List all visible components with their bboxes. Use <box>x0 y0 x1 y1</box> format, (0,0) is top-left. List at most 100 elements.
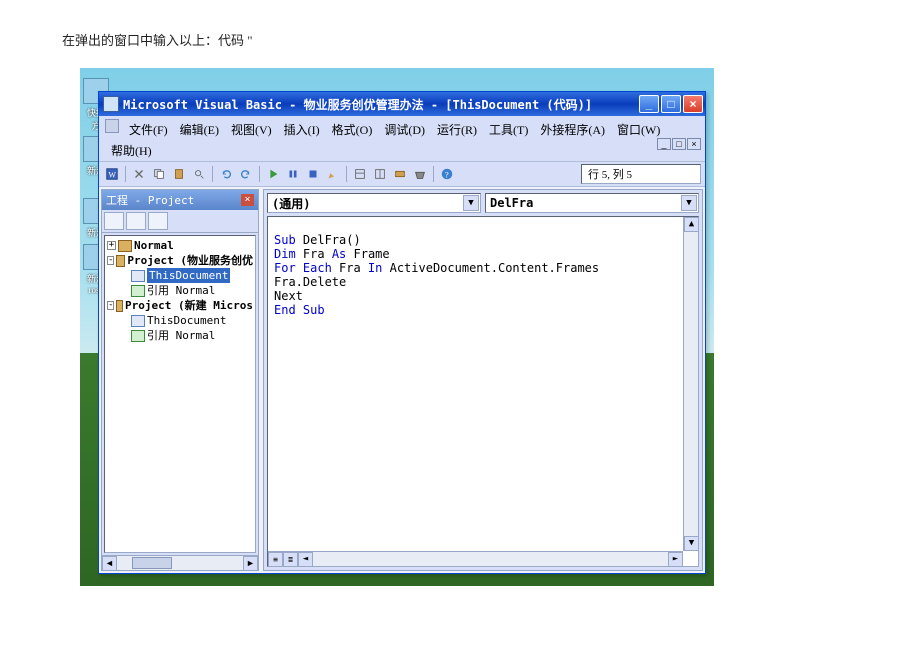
tree-label: ThisDocument <box>147 313 226 328</box>
help-button[interactable]: ? <box>438 165 456 183</box>
design-mode-button[interactable] <box>324 165 342 183</box>
project-icon <box>116 255 125 267</box>
close-button[interactable]: × <box>683 95 703 113</box>
menu-window[interactable]: 窗口(W) <box>611 119 666 140</box>
view-object-button[interactable] <box>126 212 146 230</box>
reference-icon <box>131 285 145 297</box>
maximize-button[interactable]: □ <box>661 95 681 113</box>
expand-icon[interactable]: + <box>107 241 116 250</box>
scroll-up-icon[interactable]: ▲ <box>684 217 699 232</box>
tree-label: Normal <box>134 238 174 253</box>
menu-view[interactable]: 视图(V) <box>225 119 278 140</box>
mdi-minimize-button[interactable]: _ <box>657 138 671 150</box>
project-icon <box>116 300 123 312</box>
toggle-folders-button[interactable] <box>148 212 168 230</box>
collapse-icon[interactable]: - <box>107 256 114 265</box>
tree-label: Project (物业服务创优 <box>127 253 253 268</box>
object-browser-button[interactable] <box>391 165 409 183</box>
toolbox-button[interactable] <box>411 165 429 183</box>
redo-button[interactable] <box>237 165 255 183</box>
vb-editor-window: Microsoft Visual Basic - 物业服务创优管理办法 - [T… <box>98 91 706 574</box>
tree-node-thisdocument[interactable]: ThisDocument <box>131 313 253 328</box>
separator <box>433 166 434 182</box>
menu-help[interactable]: 帮助(H) <box>105 140 158 161</box>
full-module-view-button[interactable]: ≣ <box>283 552 298 567</box>
cut-button[interactable] <box>130 165 148 183</box>
project-explorer-button[interactable] <box>351 165 369 183</box>
menu-format[interactable]: 格式(O) <box>326 119 379 140</box>
svg-text:W: W <box>109 171 117 180</box>
tree-node-reference[interactable]: 引用 Normal <box>131 283 253 298</box>
view-code-button[interactable] <box>104 212 124 230</box>
editor-body: 工程 - Project × + Normal - <box>99 187 705 573</box>
tree-label-selected: ThisDocument <box>147 268 230 283</box>
procedure-dropdown-value: DelFra <box>490 196 533 210</box>
separator <box>212 166 213 182</box>
reference-icon <box>131 330 145 342</box>
scroll-down-icon[interactable]: ▼ <box>684 536 699 551</box>
tree-node-reference[interactable]: 引用 Normal <box>131 328 253 343</box>
menu-debug[interactable]: 调试(D) <box>378 119 431 140</box>
document-icon <box>131 270 145 282</box>
mdi-close-button[interactable]: × <box>687 138 701 150</box>
pane-hscrollbar[interactable]: ◄ ► <box>102 555 258 570</box>
menu-run[interactable]: 运行(R) <box>431 119 483 140</box>
paste-button[interactable] <box>170 165 188 183</box>
code-nav-dropdowns: (通用) ▼ DelFra ▼ <box>264 190 702 216</box>
menu-insert[interactable]: 插入(I) <box>278 119 326 140</box>
reset-button[interactable] <box>304 165 322 183</box>
titlebar[interactable]: Microsoft Visual Basic - 物业服务创优管理办法 - [T… <box>99 92 705 116</box>
mdi-restore-button[interactable]: □ <box>672 138 686 150</box>
cursor-position-readout: 行 5, 列 5 <box>581 164 701 184</box>
project-explorer-pane: 工程 - Project × + Normal - <box>101 189 259 571</box>
separator <box>125 166 126 182</box>
toolbar: W ? 行 5, 列 5 <box>99 161 705 187</box>
menu-edit[interactable]: 编辑(E) <box>174 119 225 140</box>
menu-addins[interactable]: 外接程序(A) <box>534 119 611 140</box>
scroll-right-icon[interactable]: ► <box>668 552 683 567</box>
find-button[interactable] <box>190 165 208 183</box>
tree-node-project2[interactable]: - Project (新建 Micros <box>107 298 253 313</box>
scroll-right-icon[interactable]: ► <box>243 556 258 571</box>
tree-node-normal[interactable]: + Normal <box>107 238 253 253</box>
window-title: Microsoft Visual Basic - 物业服务创优管理办法 - [T… <box>123 96 639 113</box>
tree-node-thisdocument[interactable]: ThisDocument <box>131 268 253 283</box>
scroll-left-icon[interactable]: ◄ <box>298 552 313 567</box>
pane-toolbar <box>102 210 258 233</box>
code-vscrollbar[interactable]: ▲ ▼ <box>683 217 698 551</box>
code-text[interactable]: Sub DelFra() Dim Fra As Frame For Each F… <box>274 219 599 317</box>
tree-label: 引用 Normal <box>147 328 215 343</box>
procedure-dropdown[interactable]: DelFra ▼ <box>485 193 699 213</box>
break-button[interactable] <box>284 165 302 183</box>
minimize-button[interactable]: _ <box>639 95 659 113</box>
dropdown-arrow-icon[interactable]: ▼ <box>681 195 697 211</box>
svg-text:?: ? <box>445 170 449 180</box>
project-icon <box>118 240 132 252</box>
object-dropdown[interactable]: (通用) ▼ <box>267 193 481 213</box>
scroll-thumb[interactable] <box>132 557 172 569</box>
menu-bar: 文件(F) 编辑(E) 视图(V) 插入(I) 格式(O) 调试(D) 运行(R… <box>99 116 705 161</box>
dropdown-arrow-icon[interactable]: ▼ <box>463 195 479 211</box>
run-button[interactable] <box>264 165 282 183</box>
tree-label: 引用 Normal <box>147 283 215 298</box>
procedure-view-button[interactable]: ≡ <box>268 552 283 567</box>
code-hscrollbar[interactable]: ≡ ≣ ◄ ► <box>268 551 683 566</box>
app-icon <box>103 96 119 112</box>
collapse-icon[interactable]: - <box>107 301 114 310</box>
project-tree[interactable]: + Normal - Project (物业服务创优 ThisDocument <box>104 235 256 553</box>
menu-file[interactable]: 文件(F) <box>123 119 174 140</box>
properties-window-button[interactable] <box>371 165 389 183</box>
system-menu-icon[interactable] <box>105 119 119 133</box>
code-editor[interactable]: Sub DelFra() Dim Fra As Frame For Each F… <box>267 216 699 567</box>
scroll-left-icon[interactable]: ◄ <box>102 556 117 571</box>
code-pane: (通用) ▼ DelFra ▼ Sub DelFra() Dim Fra As … <box>263 189 703 571</box>
separator <box>346 166 347 182</box>
undo-button[interactable] <box>217 165 235 183</box>
pane-close-button[interactable]: × <box>241 194 254 206</box>
pane-titlebar[interactable]: 工程 - Project × <box>102 190 258 210</box>
pane-title-text: 工程 - Project <box>106 192 194 208</box>
menu-tools[interactable]: 工具(T) <box>483 119 534 140</box>
copy-button[interactable] <box>150 165 168 183</box>
word-view-button[interactable]: W <box>103 165 121 183</box>
tree-node-project1[interactable]: - Project (物业服务创优 <box>107 253 253 268</box>
